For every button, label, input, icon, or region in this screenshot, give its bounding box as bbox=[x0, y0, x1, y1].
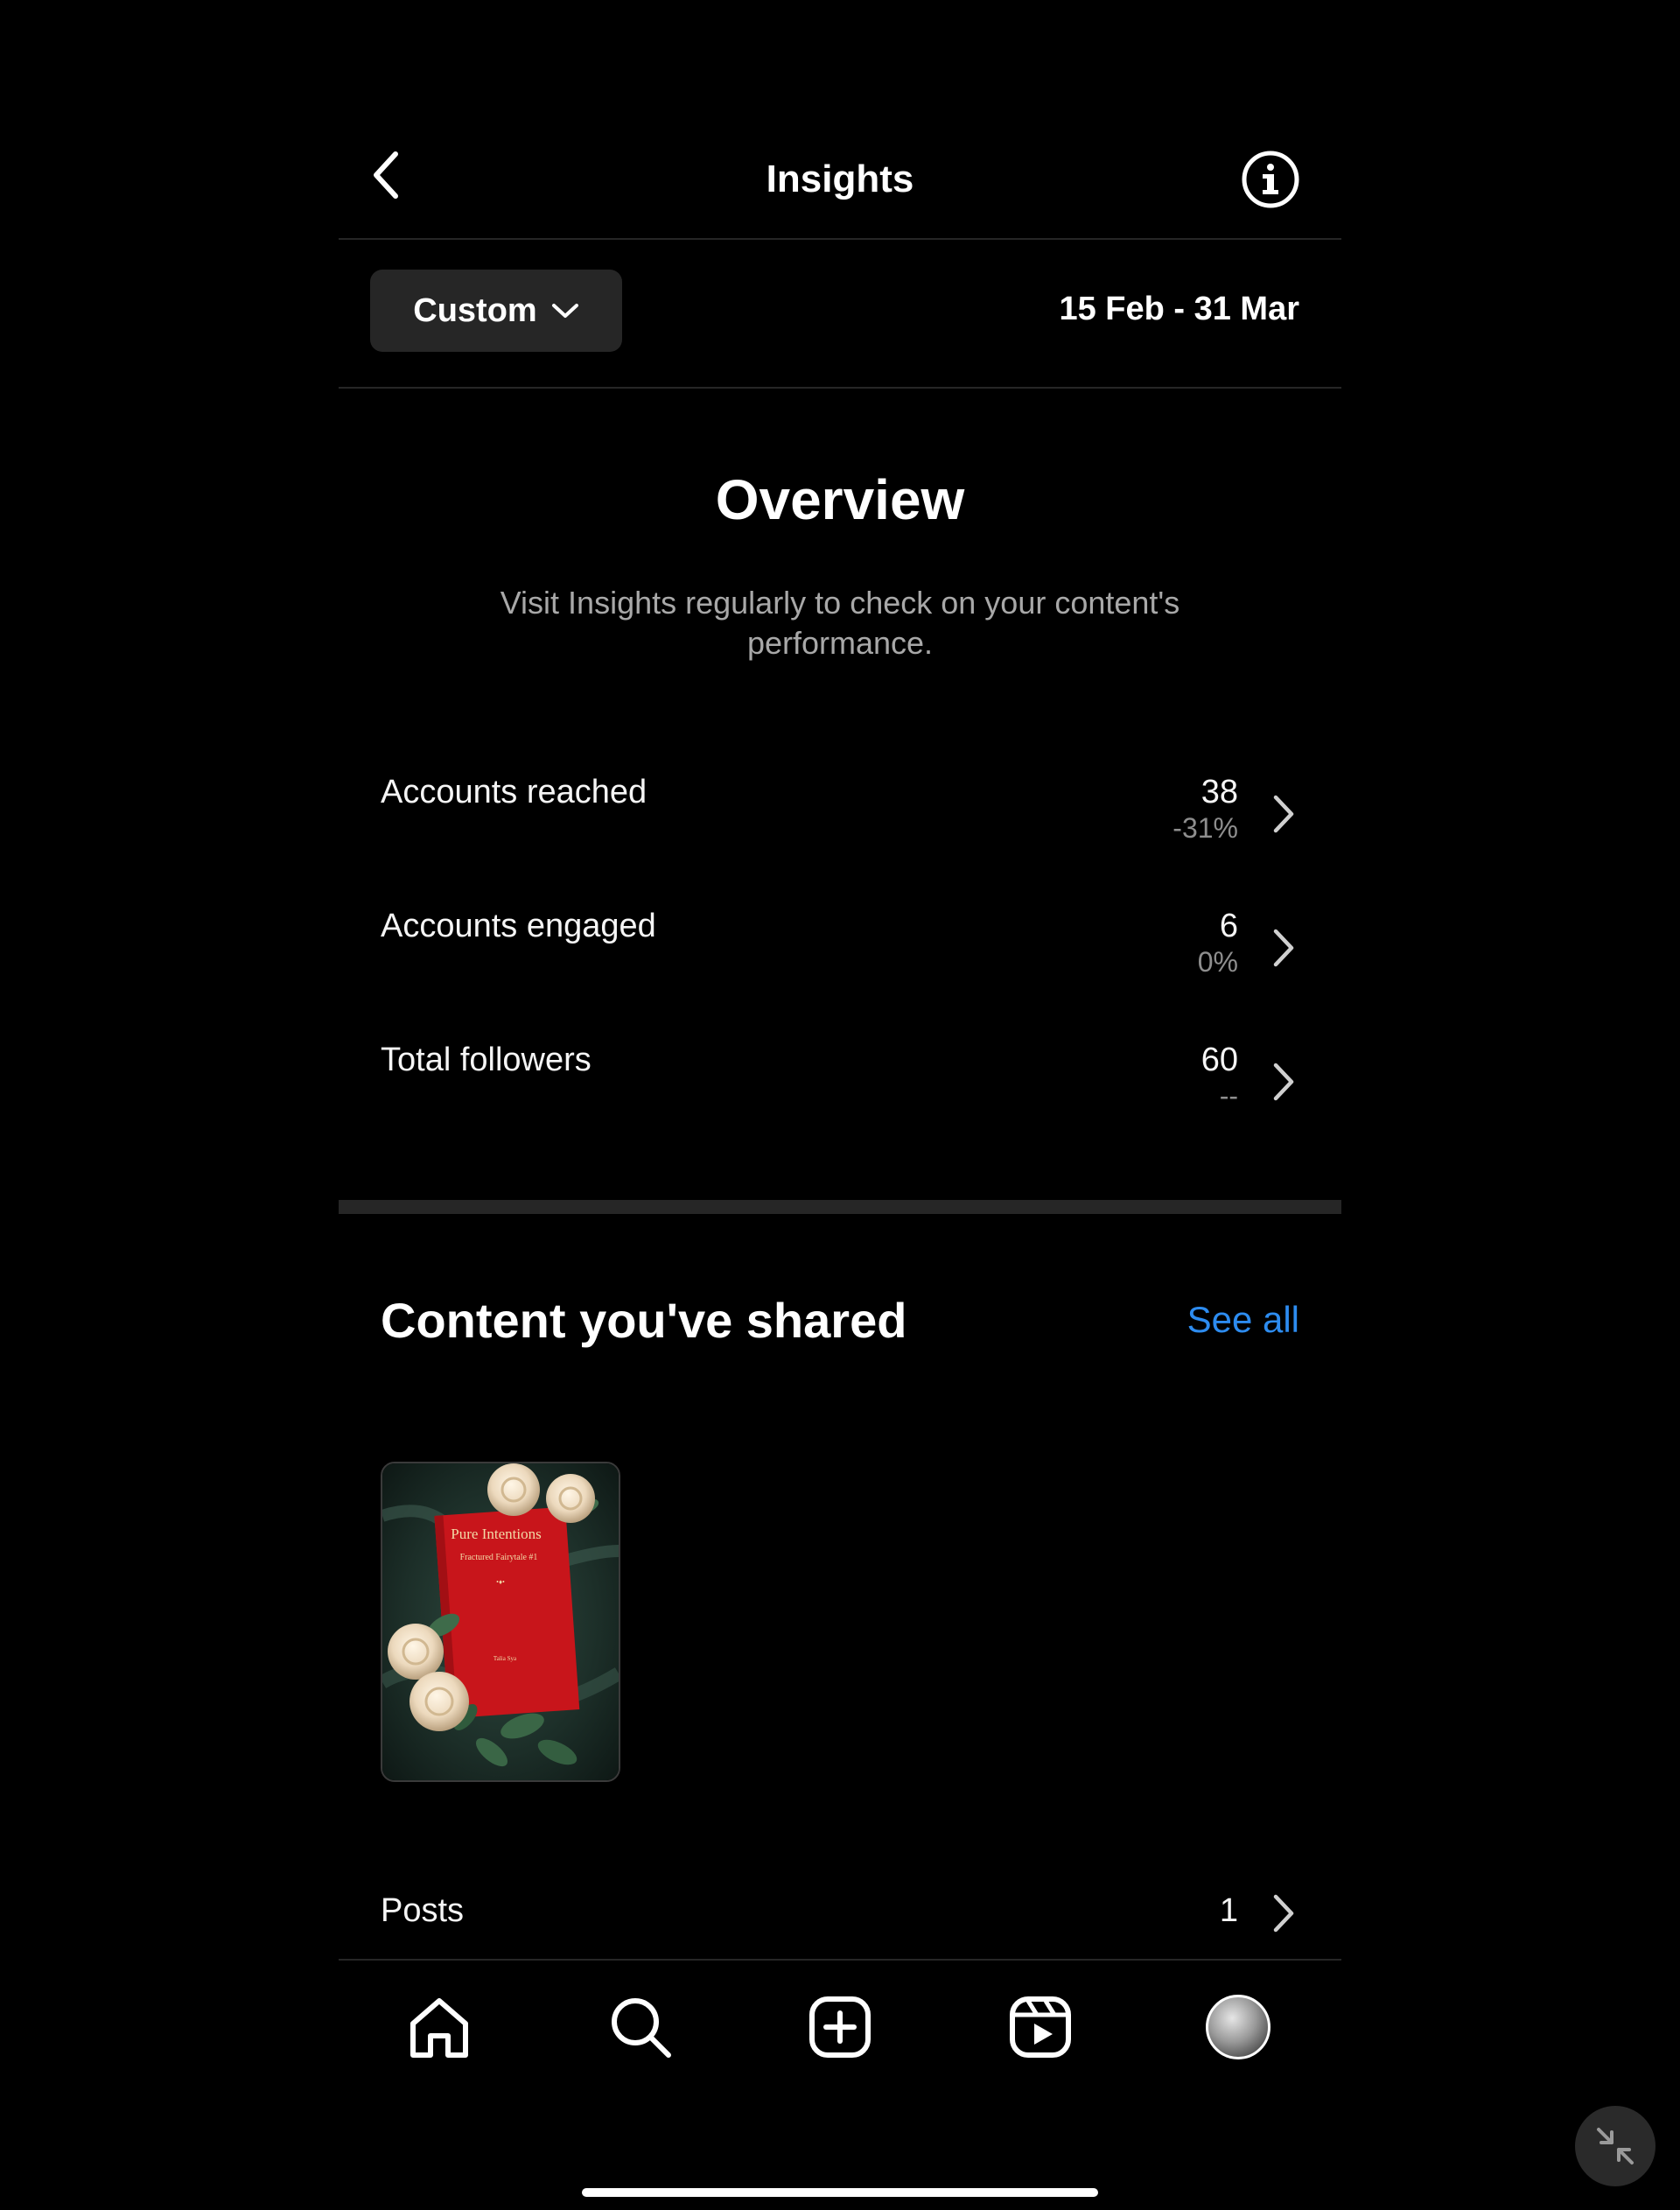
metric-label: Accounts engaged bbox=[381, 908, 656, 944]
top-bar: Insights bbox=[339, 131, 1341, 240]
page-title: Insights bbox=[766, 158, 914, 200]
metric-delta: -31% bbox=[1172, 812, 1238, 844]
chevron-down-icon bbox=[551, 304, 578, 318]
chevron-right-icon bbox=[1266, 1056, 1301, 1108]
book-ornament: •♦• bbox=[496, 1578, 505, 1586]
book-subtitle: Fractured Fairytale #1 bbox=[460, 1553, 538, 1562]
create-icon bbox=[809, 1996, 871, 2058]
chevron-right-icon bbox=[1266, 1887, 1301, 1940]
home-icon bbox=[410, 1998, 468, 2058]
date-range-text: 15 Feb - 31 Mar bbox=[1059, 291, 1299, 327]
chevron-right-icon bbox=[1266, 788, 1301, 840]
collapse-window-button[interactable] bbox=[1575, 2106, 1656, 2186]
tab-search[interactable] bbox=[606, 1992, 676, 2062]
collapse-arrows-icon bbox=[1597, 2128, 1634, 2164]
metric-row-accounts-engaged[interactable]: Accounts engaged 6 0% bbox=[339, 895, 1341, 1000]
metric-delta: -- bbox=[1219, 1080, 1238, 1112]
tab-reels[interactable] bbox=[1005, 1992, 1075, 2062]
overview-subtitle: Visit Insights regularly to check on you… bbox=[500, 585, 1180, 661]
metric-label: Accounts reached bbox=[381, 774, 648, 810]
date-filter-row: Custom 15 Feb - 31 Mar bbox=[339, 240, 1341, 389]
tab-profile[interactable] bbox=[1203, 1992, 1273, 2062]
bottom-tab-bar bbox=[339, 1959, 1341, 2092]
metric-row-accounts-reached[interactable]: Accounts reached 38 -31% bbox=[339, 761, 1341, 866]
home-indicator bbox=[582, 2188, 1098, 2197]
metric-delta: 0% bbox=[1197, 946, 1238, 978]
tab-create[interactable] bbox=[805, 1992, 875, 2062]
see-all-link[interactable]: See all bbox=[1187, 1299, 1299, 1341]
profile-avatar bbox=[1206, 1995, 1270, 2059]
metric-value: 6 bbox=[1219, 908, 1238, 944]
insights-screen: Insights Custom 15 Feb - 31 Mar Overview… bbox=[339, 0, 1341, 2210]
date-range-dropdown-label: Custom bbox=[413, 291, 537, 329]
overview-heading: Overview bbox=[715, 468, 965, 531]
posts-row[interactable]: Posts 1 bbox=[339, 1882, 1341, 1945]
tab-home[interactable] bbox=[404, 1992, 474, 2062]
section-divider bbox=[339, 1200, 1341, 1214]
book-title: Pure Intentions bbox=[451, 1526, 541, 1542]
date-range-dropdown[interactable]: Custom bbox=[370, 270, 622, 352]
chevron-right-icon bbox=[1266, 922, 1301, 974]
book-author: Talia Sya bbox=[494, 1655, 517, 1662]
post-thumbnail[interactable]: Pure Intentions Fractured Fairytale #1 •… bbox=[381, 1462, 620, 1782]
post-image: Pure Intentions Fractured Fairytale #1 •… bbox=[382, 1463, 619, 1780]
metric-value: 38 bbox=[1200, 774, 1238, 810]
posts-label: Posts bbox=[381, 1892, 465, 1929]
reels-icon bbox=[1010, 1996, 1071, 2058]
info-button[interactable] bbox=[1240, 149, 1301, 210]
search-icon bbox=[612, 1998, 671, 2058]
info-circle-icon bbox=[1242, 151, 1299, 208]
content-shared-heading: Content you've shared bbox=[381, 1293, 907, 1348]
posts-count: 1 bbox=[1219, 1892, 1238, 1929]
metric-value: 60 bbox=[1200, 1042, 1238, 1078]
metric-label: Total followers bbox=[381, 1042, 592, 1078]
metric-row-total-followers[interactable]: Total followers 60 -- bbox=[339, 1029, 1341, 1134]
